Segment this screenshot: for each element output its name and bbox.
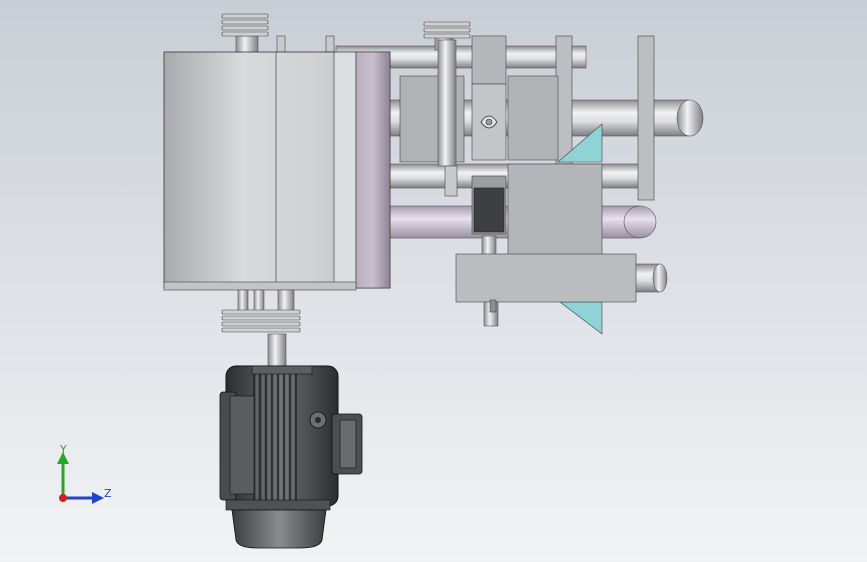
motor-fan-cover (231, 509, 327, 549)
cad-viewport[interactable]: Y Z (0, 0, 867, 562)
top-clamp-block (471, 35, 507, 85)
side-plate-right (637, 35, 655, 201)
motor-shaft (267, 333, 287, 367)
z-axis-label: Z (104, 487, 112, 500)
cad-model-view: Y Z (0, 0, 867, 562)
guide-rod-large-end (676, 99, 704, 137)
y-axis-label: Y (59, 443, 67, 456)
drum-bottom-shaft-2 (253, 289, 265, 313)
top-post-2 (325, 35, 335, 53)
guide-rod-lower-end (652, 263, 668, 293)
center-housing-box (507, 163, 603, 257)
side-plate-left (555, 35, 573, 165)
bearing-block-right (507, 75, 559, 161)
base-plate (455, 253, 637, 303)
drum-bottom-shaft-3 (277, 289, 295, 313)
x-axis-dot (59, 494, 67, 502)
dark-motor-block (473, 187, 505, 233)
vertical-guide-rod (437, 39, 457, 167)
guide-rod-purple-end (623, 205, 657, 239)
drum-housing (163, 51, 391, 291)
top-post-1 (276, 35, 286, 53)
drum-bottom-shaft-1 (237, 289, 249, 313)
drum-end-cap (355, 51, 391, 289)
